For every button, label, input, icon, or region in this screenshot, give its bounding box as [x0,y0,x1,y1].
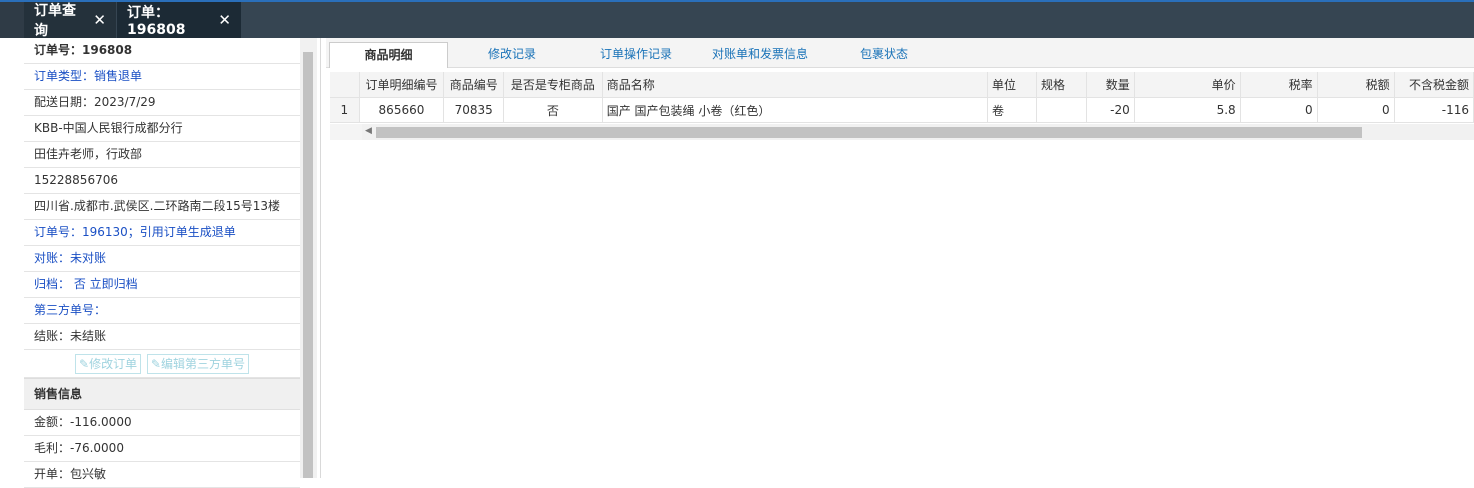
cell-unit: 卷 [987,97,1037,123]
tab-bar: 订单查询 ✕ 订单：196808 ✕ [0,2,1474,39]
close-icon[interactable]: ✕ [93,11,106,29]
cell-index: 1 [330,97,360,123]
detail-tabs: 商品明细 修改记录 订单操作记录 对账单和发票信息 包裹状态 [326,38,1474,68]
grid-corner [330,124,362,140]
phone-number: 15228856706 [24,168,300,194]
cell-net-amount: -116 [1394,97,1474,123]
cell-tax-amount: 0 [1317,97,1395,123]
gross-profit: 毛利：-76.0000 [24,436,300,462]
third-party-number: 第三方单号： [24,298,300,324]
tab-statement-invoice[interactable]: 对账单和发票信息 [698,42,822,67]
col-tax-rate[interactable]: 税率 [1240,72,1318,98]
product-detail-table: 订单明细编号 商品编号 是否是专柜商品 商品名称 单位 规格 数量 单价 税率 … [330,72,1474,123]
sales-info-heading: 销售信息 [24,378,300,410]
customer-name: KBB-中国人民银行成都分行 [24,116,300,142]
col-quantity[interactable]: 数量 [1086,72,1135,98]
tab-order-query[interactable]: 订单查询 ✕ [24,2,116,39]
scroll-thumb[interactable] [303,52,313,478]
col-tax-amount[interactable]: 税额 [1317,72,1395,98]
edit-order-button[interactable]: ✎修改订单 [75,353,142,374]
edit-icon: ✎ [150,356,161,371]
settle-status: 结账：未结账 [24,324,300,350]
col-product-no[interactable]: 商品编号 [443,72,505,98]
col-net-amount[interactable]: 不含税金额 [1394,72,1474,98]
address: 四川省.成都市.武侯区.二环路南二段15号13楼 [24,194,300,220]
tab-order-detail[interactable]: 订单：196808 ✕ [117,2,241,38]
table-header-row: 订单明细编号 商品编号 是否是专柜商品 商品名称 单位 规格 数量 单价 税率 … [330,72,1474,98]
tab-bar-gap [0,2,24,38]
cell-product-name[interactable]: 国产 国产包装绳 小卷（红色） [602,97,989,123]
contact-person: 田佳卉老师，行政部 [24,142,300,168]
scroll-thumb[interactable] [376,127,1362,138]
archive-status[interactable]: 归档： 否 立即归档 [24,272,300,298]
col-spec[interactable]: 规格 [1036,72,1087,98]
cell-detail-no: 865660 [359,97,445,123]
reference-order[interactable]: 订单号：196130；引用订单生成退单 [24,220,300,246]
delivery-date: 配送日期：2023/7/29 [24,90,300,116]
table-horizontal-scrollbar[interactable]: ◀ [362,124,1474,140]
col-counter-product[interactable]: 是否是专柜商品 [503,72,603,98]
col-product-name[interactable]: 商品名称 [602,72,989,98]
cell-unit-price: 5.8 [1134,97,1241,123]
tab-product-detail[interactable]: 商品明细 [329,42,448,68]
cell-counter-product: 否 [503,97,603,123]
order-type: 订单类型：销售退单 [24,64,300,90]
tab-label: 订单查询 [34,3,76,39]
edit-icon: ✎ [79,356,90,371]
col-unit-price[interactable]: 单价 [1134,72,1241,98]
scroll-left-icon[interactable]: ◀ [365,126,372,136]
sales-amount: 金额：-116.0000 [24,410,300,436]
panel-divider [320,38,321,478]
cell-spec [1036,97,1087,123]
tab-operation-log[interactable]: 订单操作记录 [576,42,696,67]
table-row[interactable]: 1 865660 70835 否 国产 国产包装绳 小卷（红色） 卷 -20 5… [330,97,1474,123]
reconcile-status: 对账：未对账 [24,246,300,272]
col-unit[interactable]: 单位 [987,72,1037,98]
tab-package-status[interactable]: 包裹状态 [836,42,932,67]
order-number: 订单号：196808 [24,38,300,64]
left-scrollbar[interactable] [300,38,317,478]
cell-quantity: -20 [1086,97,1135,123]
cell-tax-rate: 0 [1240,97,1318,123]
cell-product-no[interactable]: 70835 [443,97,505,123]
col-detail-no[interactable]: 订单明细编号 [359,72,445,98]
close-icon[interactable]: ✕ [218,11,231,29]
order-info-panel: 订单号：196808 订单类型：销售退单 配送日期：2023/7/29 KBB-… [24,38,300,488]
action-buttons: ✎修改订单 ✎编辑第三方单号 [24,350,300,378]
tab-label: 订单：196808 [127,5,186,38]
col-index [330,72,360,98]
edit-third-party-button[interactable]: ✎编辑第三方单号 [146,353,249,374]
clipped-row: 开单：包兴敏 [24,462,300,488]
tab-edit-history[interactable]: 修改记录 [466,42,558,67]
